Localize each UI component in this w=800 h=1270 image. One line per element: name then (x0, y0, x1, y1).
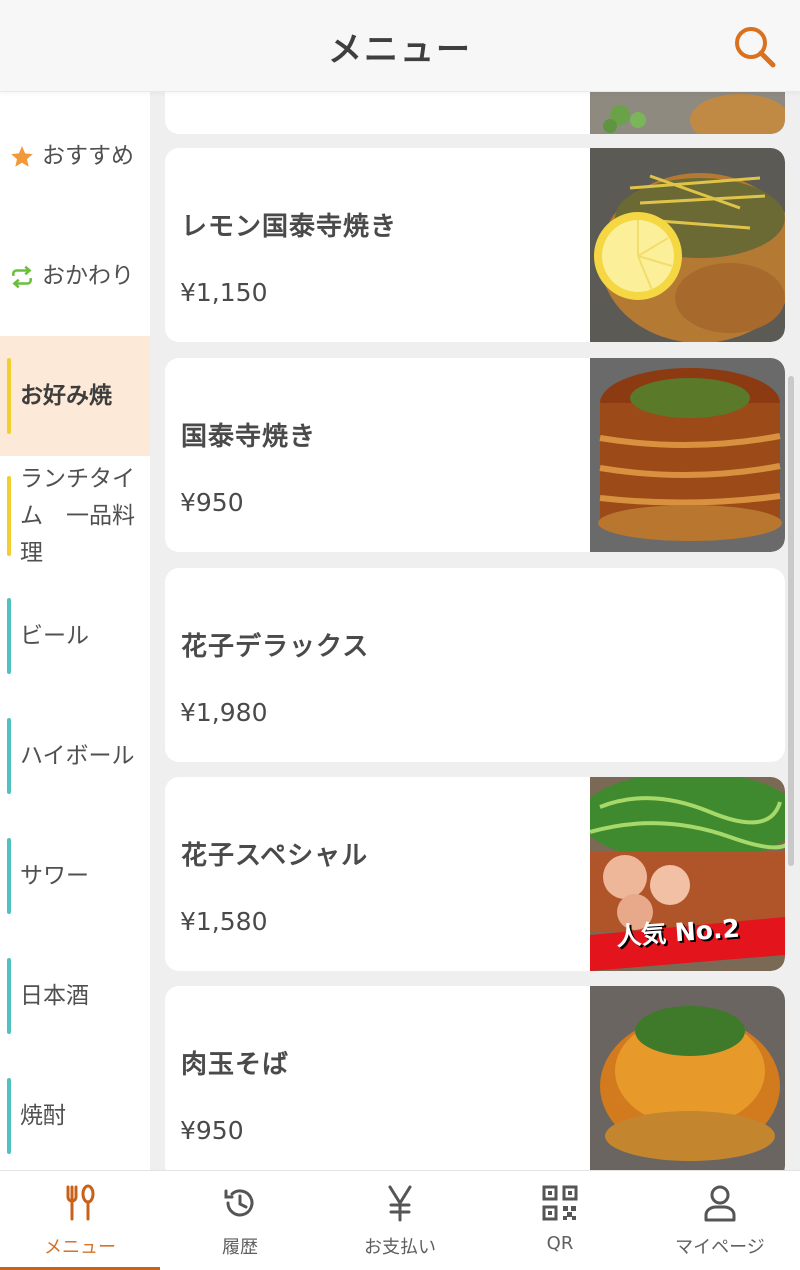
menu-card[interactable]: 肉玉そば ¥950 (165, 986, 785, 1170)
nav-mypage[interactable]: マイページ (640, 1171, 800, 1270)
category-indicator (7, 476, 11, 556)
menu-item-name: 肉玉そば (181, 1050, 290, 1080)
menu-card[interactable]: 花子デラックス ¥1,980 (165, 568, 785, 762)
menu-card-partial[interactable] (165, 92, 785, 134)
menu-item-name: 花子デラックス (181, 632, 370, 662)
star-icon (11, 146, 33, 167)
nikutama-soba-photo (590, 986, 785, 1170)
menu-list: レモン国泰寺焼き ¥1,150 国泰寺焼き ¥950 花子デラックス ¥1,98… (150, 92, 800, 1170)
category-indicator (7, 598, 11, 674)
menu-item-price: ¥1,580 (180, 907, 268, 936)
category-indicator (7, 958, 11, 1034)
menu-item-name: 国泰寺焼き (181, 422, 317, 452)
page-title: メニュー (328, 30, 472, 70)
menu-item-price: ¥950 (180, 1116, 244, 1145)
sidebar-item-label: ハイボール (20, 742, 135, 769)
nav-menu[interactable]: メニュー (0, 1171, 160, 1270)
category-indicator (7, 1078, 11, 1154)
menu-item-name: 花子スペシャル (181, 841, 369, 871)
sidebar-item-label: サワー (20, 862, 89, 889)
app-header: メニュー (0, 0, 800, 92)
nav-label: お支払い (364, 1237, 436, 1258)
food-photo (590, 92, 785, 134)
fork-spoon-icon (66, 1184, 95, 1221)
repeat-icon (12, 265, 32, 289)
menu-card[interactable]: レモン国泰寺焼き ¥1,150 (165, 148, 785, 342)
menu-item-name: レモン国泰寺焼き (181, 212, 398, 242)
scrollbar[interactable] (788, 376, 794, 866)
menu-item-price: ¥1,980 (180, 698, 268, 727)
qr-code-icon (542, 1185, 578, 1221)
category-sidebar: おすすめ おかわり お好み焼 ランチタイム 一品料理 ビール ハイボール サワー… (0, 92, 150, 1170)
category-indicator (7, 838, 11, 914)
nav-label: QR (546, 1233, 574, 1254)
sidebar-item-label: 日本酒 (20, 982, 89, 1009)
lemon-okonomiyaki-photo (590, 148, 785, 342)
sidebar-item-label: ビール (20, 622, 89, 649)
kokutaiji-okonomiyaki-photo (590, 358, 785, 552)
nav-label: マイページ (675, 1237, 765, 1258)
sidebar-item-label: ランチタイム 一品料理 (20, 465, 135, 566)
menu-item-price: ¥1,150 (180, 278, 268, 307)
sidebar-item-lunch[interactable]: ランチタイム 一品料理 (0, 456, 150, 576)
sidebar-item-beer[interactable]: ビール (0, 576, 150, 696)
sidebar-item-shochu[interactable]: 焼酎 (0, 1056, 150, 1170)
sidebar-item-okonomiyaki[interactable]: お好み焼 (0, 336, 150, 456)
nav-qr[interactable]: QR (480, 1171, 640, 1270)
yen-icon (388, 1185, 412, 1222)
sidebar-item-sake[interactable]: 日本酒 (0, 936, 150, 1056)
nav-label: メニュー (44, 1237, 116, 1258)
sidebar-item-sour[interactable]: サワー (0, 816, 150, 936)
menu-item-price: ¥950 (180, 488, 244, 517)
search-icon (735, 27, 776, 68)
bottom-navigation: メニュー 履歴 お支払い QR マイページ (0, 1170, 800, 1270)
nav-payment[interactable]: お支払い (320, 1171, 480, 1270)
special-okonomiyaki-photo: 人気 No.2 (590, 777, 785, 971)
nav-label: 履歴 (222, 1237, 258, 1258)
sidebar-item-refill[interactable]: おかわり (0, 216, 150, 336)
user-icon (704, 1185, 736, 1222)
sidebar-item-label: お好み焼 (20, 382, 112, 409)
menu-card[interactable]: 国泰寺焼き ¥950 (165, 358, 785, 552)
menu-card[interactable]: 花子スペシャル ¥1,580 人気 No.2 (165, 777, 785, 971)
category-indicator (7, 718, 11, 794)
nav-history[interactable]: 履歴 (160, 1171, 320, 1270)
search-button[interactable] (730, 22, 780, 72)
history-icon (224, 1189, 254, 1217)
category-indicator (7, 358, 11, 434)
sidebar-item-highball[interactable]: ハイボール (0, 696, 150, 816)
sidebar-item-recommend[interactable]: おすすめ (0, 96, 150, 216)
